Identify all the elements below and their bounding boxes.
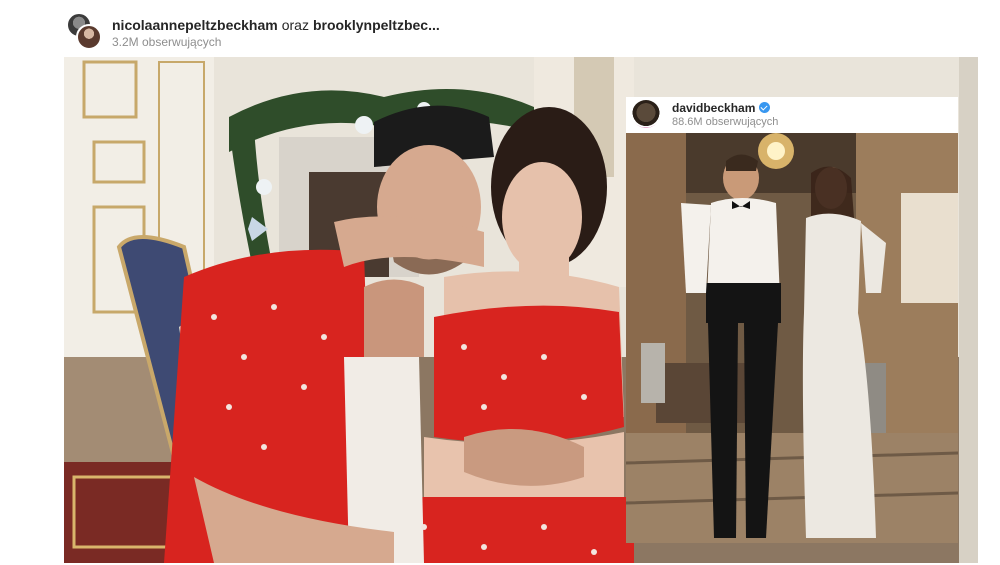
post-header: nicolaannepeltzbeckham oraz brooklynpeltzb… (64, 8, 764, 52)
avatar-brooklyn-icon[interactable] (76, 24, 102, 50)
inset-author-name[interactable]: davidbeckham (672, 101, 755, 115)
author1-link[interactable]: nicolaannepeltzbeckham (112, 17, 278, 33)
inset-followers-count: 88.6M obserwujących (672, 116, 779, 128)
author-conjunction: oraz (281, 17, 309, 33)
author2-link[interactable]: brooklynpeltzbec... (313, 17, 440, 33)
avatar-stack[interactable] (64, 12, 102, 52)
inset-author[interactable]: davidbeckham (672, 101, 771, 115)
inset-post[interactable]: davidbeckham 88.6M obserwujących (626, 97, 958, 543)
post-authors: nicolaannepeltzbeckham oraz brooklynpeltzb… (112, 17, 440, 33)
inset-header: davidbeckham 88.6M obserwujących (626, 97, 958, 133)
followers-count: 3.2M obserwujących (112, 35, 222, 49)
avatar-davidbeckham-icon[interactable] (632, 100, 660, 128)
verified-badge-icon (759, 102, 771, 113)
inset-photo-illustration (626, 133, 958, 543)
